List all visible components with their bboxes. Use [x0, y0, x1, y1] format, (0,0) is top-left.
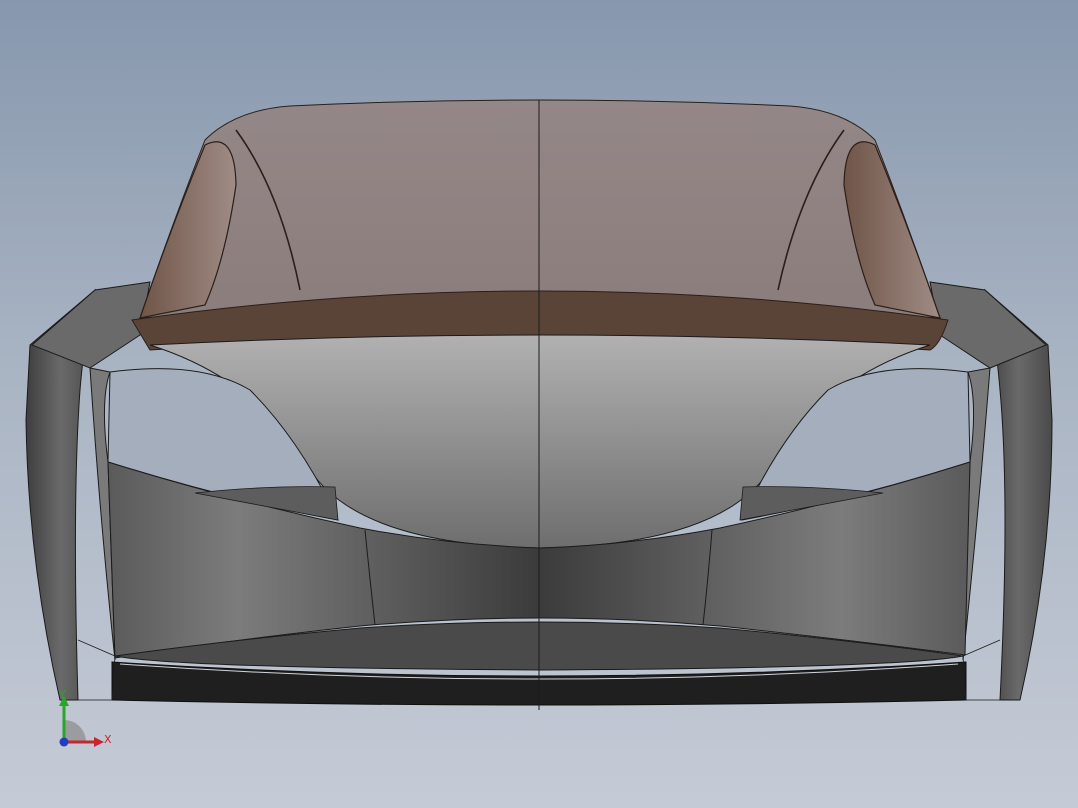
axis-triad[interactable] — [44, 692, 124, 762]
triad-arc-shading — [64, 720, 86, 742]
x-axis-label: X — [104, 733, 112, 746]
right-bottom-rail — [962, 639, 1001, 701]
roof-glass — [139, 99, 941, 319]
y-axis-label: Y — [59, 688, 66, 701]
z-axis-dot — [59, 737, 69, 747]
car-body-model[interactable] — [0, 0, 1078, 808]
graphics-viewport[interactable]: X Y — [0, 0, 1078, 808]
left-bottom-rail — [77, 639, 116, 701]
x-axis-arrowhead — [94, 737, 104, 747]
